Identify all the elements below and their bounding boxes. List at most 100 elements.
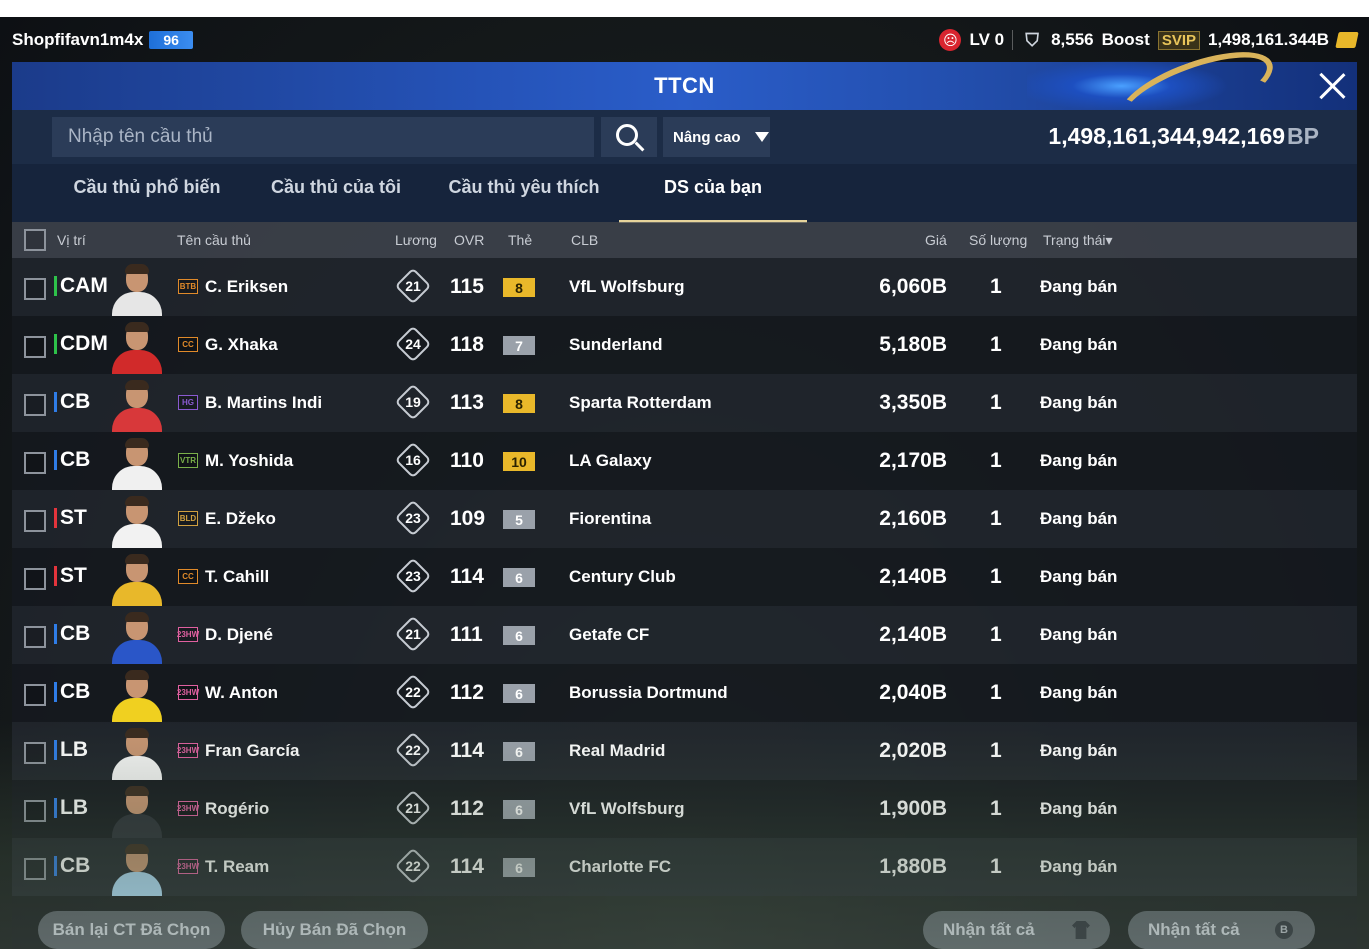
sad-face-icon: ☹ bbox=[939, 29, 962, 51]
currency-bar: ☹ LV 0 ⛉ 8,556 Boost SVIP 1,498,161.344B bbox=[939, 29, 1359, 51]
player-club: VfL Wolfsburg bbox=[569, 799, 685, 818]
wage-value: 16 bbox=[405, 452, 421, 468]
wage-value: 21 bbox=[405, 800, 421, 816]
boost-label[interactable]: Boost bbox=[1102, 30, 1150, 50]
gem-emblem-icon bbox=[1027, 58, 1237, 114]
player-ovr: 111 bbox=[450, 623, 483, 646]
player-avatar bbox=[110, 610, 164, 664]
wage-badge: 23 bbox=[394, 499, 432, 537]
player-club: VfL Wolfsburg bbox=[569, 277, 685, 296]
player-ovr: 109 bbox=[450, 507, 486, 530]
search-row: Nâng cao 1,498,161,344,942,169BP bbox=[12, 110, 1357, 164]
svip-badge[interactable]: SVIP bbox=[1157, 30, 1200, 50]
wage-badge: 23 bbox=[394, 557, 432, 595]
player-position: CAM bbox=[54, 275, 108, 297]
divider bbox=[1012, 30, 1014, 50]
bp-unit: BP bbox=[1287, 123, 1319, 149]
table-row[interactable]: CB 23HW D. Djené 21 111 6 Getafe CF 2,14… bbox=[12, 606, 1357, 664]
player-name: G. Xhaka bbox=[205, 335, 278, 354]
cancel-selected-button[interactable]: Hủy Bán Đã Chọn bbox=[241, 911, 428, 949]
row-checkbox[interactable] bbox=[24, 394, 46, 416]
tab-your-listings[interactable]: DS của bạn bbox=[619, 177, 807, 223]
table-row[interactable]: LB 23HW Fran García 22 114 6 Real Madrid… bbox=[12, 722, 1357, 780]
player-name: C. Eriksen bbox=[205, 277, 289, 296]
row-checkbox[interactable] bbox=[24, 684, 46, 706]
player-avatar bbox=[110, 726, 164, 780]
listing-status: Đang bán bbox=[1040, 451, 1118, 470]
search-input[interactable] bbox=[52, 117, 594, 157]
season-badge-icon: 23HW bbox=[177, 801, 199, 816]
tab-popular-players[interactable]: Cầu thủ phổ biến bbox=[72, 177, 222, 217]
col-price[interactable]: Giá bbox=[925, 232, 947, 248]
table-row[interactable]: CDM CC G. Xhaka 24 118 7 Sunderland 5,18… bbox=[12, 316, 1357, 374]
player-club: LA Galaxy bbox=[569, 451, 652, 470]
col-ovr[interactable]: OVR bbox=[454, 232, 484, 248]
table-row[interactable]: CB HG B. Martins Indi 19 113 8 Sparta Ro… bbox=[12, 374, 1357, 432]
wage-badge: 19 bbox=[394, 383, 432, 421]
player-ovr: 114 bbox=[450, 855, 484, 878]
player-avatar bbox=[110, 668, 164, 722]
player-club: Sunderland bbox=[569, 335, 663, 354]
row-checkbox[interactable] bbox=[24, 568, 46, 590]
wage-badge: 16 bbox=[394, 441, 432, 479]
listing-price: 2,170B bbox=[879, 449, 947, 472]
wage-value: 21 bbox=[405, 626, 421, 642]
advanced-filter-dropdown[interactable]: Nâng cao bbox=[663, 117, 770, 157]
upgrade-grade-badge: 7 bbox=[503, 336, 535, 355]
listing-quantity: 1 bbox=[990, 739, 1002, 762]
collect-all-players-button[interactable]: Nhận tất cả bbox=[923, 911, 1110, 949]
table-row[interactable]: ST CC T. Cahill 23 114 6 Century Club 2,… bbox=[12, 548, 1357, 606]
col-status[interactable]: Trạng thái▾ bbox=[1043, 232, 1113, 249]
col-wage[interactable]: Lương bbox=[395, 232, 437, 248]
season-badge-icon: CC bbox=[178, 337, 198, 352]
row-checkbox[interactable] bbox=[24, 336, 46, 358]
bp-coin-icon bbox=[1335, 32, 1359, 48]
select-all-checkbox[interactable] bbox=[24, 229, 46, 251]
row-checkbox[interactable] bbox=[24, 800, 46, 822]
game-screen: Shopfifavn1m4x 96 ☹ LV 0 ⛉ 8,556 Boost S… bbox=[0, 17, 1369, 949]
player-position: ST bbox=[54, 507, 87, 529]
table-row[interactable]: CB 23HW W. Anton 22 112 6 Borussia Dortm… bbox=[12, 664, 1357, 722]
wage-badge: 24 bbox=[394, 325, 432, 363]
tab-my-players[interactable]: Cầu thủ của tôi bbox=[262, 177, 410, 217]
tab-favorite-players[interactable]: Cầu thủ yêu thích bbox=[448, 177, 600, 217]
upgrade-grade-badge: 6 bbox=[503, 800, 535, 819]
listing-quantity: 1 bbox=[990, 507, 1002, 530]
player-position: CB bbox=[54, 623, 90, 645]
search-button[interactable] bbox=[601, 117, 657, 157]
listing-price: 2,020B bbox=[879, 739, 947, 762]
col-name[interactable]: Tên cầu thủ bbox=[177, 232, 251, 248]
collect-all-bp-button[interactable]: Nhận tất cả B bbox=[1128, 911, 1315, 949]
table-row[interactable]: CB 23HW T. Ream 22 114 6 Charlotte FC 1,… bbox=[12, 838, 1357, 896]
player-position: CDM bbox=[54, 333, 108, 355]
listing-price: 2,140B bbox=[879, 565, 947, 588]
col-quantity[interactable]: Số lượng bbox=[969, 232, 1027, 248]
player-name: T. Ream bbox=[205, 857, 270, 876]
row-checkbox[interactable] bbox=[24, 742, 46, 764]
row-checkbox[interactable] bbox=[24, 858, 46, 880]
table-row[interactable]: CB VTR M. Yoshida 16 110 10 LA Galaxy 2,… bbox=[12, 432, 1357, 490]
listing-status: Đang bán bbox=[1040, 335, 1118, 354]
upgrade-grade-badge: 8 bbox=[503, 394, 535, 413]
row-checkbox[interactable] bbox=[24, 510, 46, 532]
player-name: Fran García bbox=[205, 741, 300, 760]
upgrade-grade-badge: 6 bbox=[503, 626, 535, 645]
resell-selected-button[interactable]: Bán lại CT Đã Chọn bbox=[38, 911, 225, 949]
listing-quantity: 1 bbox=[990, 681, 1002, 704]
player-club: Charlotte FC bbox=[569, 857, 671, 876]
col-grade[interactable]: Thẻ bbox=[508, 232, 532, 248]
col-club[interactable]: CLB bbox=[571, 232, 598, 248]
row-checkbox[interactable] bbox=[24, 452, 46, 474]
close-icon[interactable] bbox=[1317, 71, 1347, 101]
user-info[interactable]: Shopfifavn1m4x 96 bbox=[12, 30, 193, 50]
row-checkbox[interactable] bbox=[24, 278, 46, 300]
player-ovr: 112 bbox=[450, 681, 484, 704]
table-row[interactable]: ST BLD E. Džeko 23 109 5 Fiorentina 2,16… bbox=[12, 490, 1357, 548]
table-row[interactable]: CAM BTB C. Eriksen 21 115 8 VfL Wolfsbur… bbox=[12, 258, 1357, 316]
player-avatar bbox=[110, 784, 164, 838]
wage-value: 21 bbox=[405, 278, 421, 294]
col-position[interactable]: Vị trí bbox=[57, 232, 86, 248]
row-checkbox[interactable] bbox=[24, 626, 46, 648]
table-row[interactable]: LB 23HW Rogério 21 112 6 VfL Wolfsburg 1… bbox=[12, 780, 1357, 838]
listing-status: Đang bán bbox=[1040, 625, 1118, 644]
